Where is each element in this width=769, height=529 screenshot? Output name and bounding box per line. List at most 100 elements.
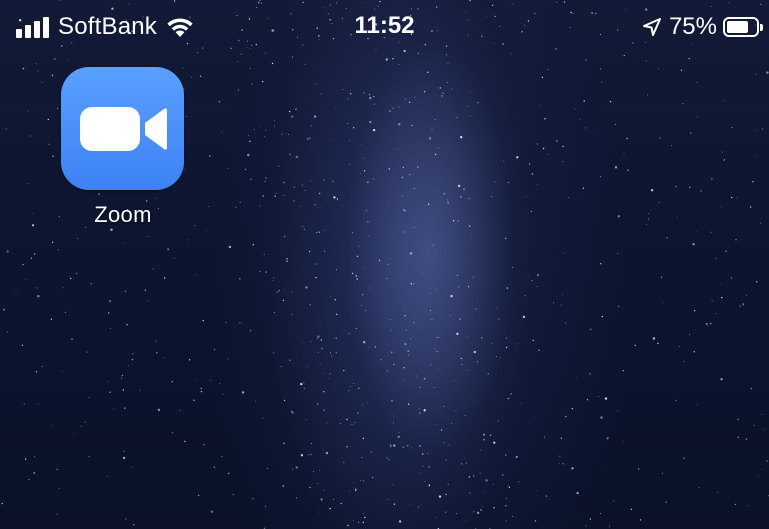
star	[358, 387, 360, 389]
star	[742, 303, 744, 306]
star	[536, 285, 538, 287]
star	[343, 461, 345, 464]
star	[292, 412, 294, 414]
star	[678, 346, 680, 348]
star	[342, 88, 344, 90]
star	[76, 272, 78, 275]
star	[66, 60, 68, 62]
star	[314, 204, 316, 206]
star	[585, 59, 587, 61]
star	[222, 393, 224, 395]
star	[70, 277, 72, 280]
star	[427, 452, 429, 454]
star	[398, 520, 402, 523]
star	[424, 480, 426, 482]
star	[51, 424, 53, 426]
zoom-camera-icon[interactable]	[61, 67, 184, 190]
star	[389, 257, 391, 259]
star	[689, 186, 691, 189]
star	[357, 521, 360, 524]
star	[364, 212, 366, 214]
star	[506, 337, 507, 339]
star	[750, 206, 752, 208]
star	[26, 182, 28, 184]
star	[215, 467, 217, 469]
star	[647, 218, 650, 220]
star	[22, 67, 25, 70]
star	[289, 153, 291, 156]
star	[385, 58, 388, 61]
star	[286, 260, 288, 262]
star	[332, 498, 335, 501]
star	[721, 297, 723, 299]
star	[367, 181, 369, 183]
star	[362, 294, 364, 296]
star	[282, 485, 284, 487]
star	[434, 153, 437, 156]
star	[351, 232, 354, 234]
star	[278, 289, 280, 292]
star	[676, 216, 678, 218]
star	[325, 451, 329, 455]
star	[34, 456, 36, 458]
star	[418, 407, 420, 409]
star	[623, 152, 625, 154]
star	[435, 289, 437, 291]
star	[747, 505, 749, 506]
star	[492, 483, 494, 485]
star	[506, 498, 508, 500]
star	[356, 255, 359, 257]
star	[272, 352, 275, 354]
star	[438, 495, 442, 498]
star	[109, 328, 111, 329]
star	[121, 374, 124, 377]
star	[347, 98, 349, 100]
star	[481, 337, 483, 339]
star	[402, 208, 405, 211]
status-right: 75%	[641, 12, 763, 42]
star	[316, 338, 318, 340]
star	[332, 180, 334, 183]
star	[365, 209, 368, 212]
star	[124, 407, 126, 409]
star	[370, 451, 373, 453]
star	[517, 343, 519, 345]
star	[372, 178, 375, 180]
star	[3, 309, 5, 311]
star	[163, 277, 166, 279]
star	[601, 81, 603, 83]
battery-percent: 75%	[668, 13, 717, 40]
star	[132, 466, 134, 468]
star	[438, 337, 439, 339]
star	[443, 442, 445, 444]
star	[583, 100, 585, 102]
star	[398, 63, 400, 65]
star	[361, 404, 363, 406]
star	[323, 490, 325, 492]
star	[617, 215, 620, 218]
star	[600, 263, 602, 265]
star	[483, 439, 485, 441]
star	[626, 137, 628, 140]
star	[54, 58, 56, 60]
app-zoom[interactable]: Zoom	[61, 67, 185, 228]
star	[227, 168, 229, 169]
star	[317, 335, 320, 338]
star	[437, 367, 439, 369]
star	[387, 263, 389, 266]
star	[482, 433, 486, 436]
star	[447, 62, 449, 64]
star	[1, 502, 3, 505]
star	[358, 245, 360, 247]
star	[357, 412, 359, 414]
star	[289, 359, 291, 361]
star	[408, 354, 409, 356]
star	[657, 342, 659, 345]
star	[436, 336, 438, 338]
star	[447, 444, 449, 446]
star	[57, 249, 59, 251]
star	[445, 459, 447, 461]
star	[30, 257, 33, 259]
star	[461, 363, 463, 365]
star	[295, 155, 298, 159]
